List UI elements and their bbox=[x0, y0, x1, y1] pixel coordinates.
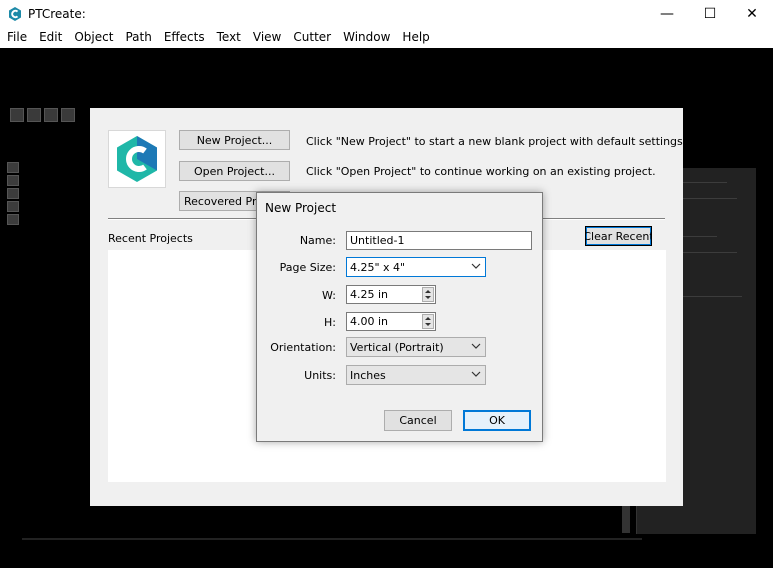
cancel-button[interactable]: Cancel bbox=[384, 410, 452, 431]
menu-cutter[interactable]: Cutter bbox=[286, 28, 336, 48]
orientation-select[interactable]: Vertical (Portrait) bbox=[346, 337, 486, 357]
height-value: 4.00 in bbox=[350, 315, 389, 328]
menu-bar: File Edit Object Path Effects Text View … bbox=[0, 28, 773, 48]
toolbar-button[interactable] bbox=[27, 108, 41, 122]
tool-button[interactable] bbox=[7, 214, 19, 225]
close-button[interactable]: ✕ bbox=[730, 0, 773, 28]
menu-edit[interactable]: Edit bbox=[32, 28, 67, 48]
page-size-label: Page Size: bbox=[279, 261, 336, 274]
new-project-button[interactable]: New Project... bbox=[179, 130, 290, 150]
height-stepper[interactable]: 4.00 in bbox=[346, 312, 436, 331]
spinner-arrows-icon[interactable] bbox=[422, 314, 434, 329]
orientation-value: Vertical (Portrait) bbox=[350, 341, 444, 354]
height-label: H: bbox=[324, 316, 336, 329]
title-bar: PTCreate: — ☐ ✕ bbox=[0, 0, 773, 28]
left-toolbox bbox=[7, 162, 19, 225]
toolbar-button[interactable] bbox=[44, 108, 58, 122]
dialog-title: New Project bbox=[265, 201, 337, 215]
recent-projects-label: Recent Projects bbox=[108, 232, 193, 245]
tool-button[interactable] bbox=[7, 201, 19, 212]
tool-button[interactable] bbox=[7, 188, 19, 199]
menu-text[interactable]: Text bbox=[210, 28, 246, 48]
tool-button[interactable] bbox=[7, 175, 19, 186]
toolbar-strip bbox=[10, 108, 75, 124]
name-input[interactable]: Untitled-1 bbox=[346, 231, 532, 250]
page-size-select[interactable]: 4.25" x 4" bbox=[346, 257, 486, 277]
menu-file[interactable]: File bbox=[0, 28, 32, 48]
app-logo-icon bbox=[117, 136, 157, 182]
units-select[interactable]: Inches bbox=[346, 365, 486, 385]
units-label: Units: bbox=[304, 369, 336, 382]
spinner-arrows-icon[interactable] bbox=[422, 287, 434, 302]
menu-window[interactable]: Window bbox=[336, 28, 395, 48]
window-title: PTCreate: bbox=[28, 7, 86, 21]
workspace-scrollbar[interactable] bbox=[622, 505, 630, 533]
menu-object[interactable]: Object bbox=[67, 28, 118, 48]
menu-effects[interactable]: Effects bbox=[157, 28, 210, 48]
tool-button[interactable] bbox=[7, 162, 19, 173]
maximize-button[interactable]: ☐ bbox=[688, 0, 732, 28]
orientation-label: Orientation: bbox=[270, 341, 336, 354]
width-label: W: bbox=[322, 289, 336, 302]
status-strip bbox=[22, 538, 642, 540]
new-project-dialog: New Project Name: Untitled-1 Page Size: … bbox=[256, 192, 543, 442]
chevron-down-icon bbox=[471, 263, 481, 269]
toolbar-button[interactable] bbox=[10, 108, 24, 122]
width-stepper[interactable]: 4.25 in bbox=[346, 285, 436, 304]
open-project-hint: Click "Open Project" to continue working… bbox=[306, 165, 656, 178]
chevron-down-icon bbox=[471, 371, 481, 377]
minimize-button[interactable]: — bbox=[645, 0, 689, 28]
app-logo bbox=[108, 130, 166, 188]
ok-button[interactable]: OK bbox=[463, 410, 531, 431]
width-value: 4.25 in bbox=[350, 288, 389, 301]
menu-help[interactable]: Help bbox=[395, 28, 434, 48]
menu-path[interactable]: Path bbox=[118, 28, 156, 48]
chevron-down-icon bbox=[471, 343, 481, 349]
toolbar-button[interactable] bbox=[61, 108, 75, 122]
menu-view[interactable]: View bbox=[246, 28, 286, 48]
units-value: Inches bbox=[350, 369, 386, 382]
app-logo-icon bbox=[9, 7, 21, 21]
page-size-value: 4.25" x 4" bbox=[350, 261, 406, 274]
open-project-button[interactable]: Open Project... bbox=[179, 161, 290, 181]
name-label: Name: bbox=[299, 234, 336, 247]
clear-recent-button[interactable]: Clear Recent bbox=[585, 226, 652, 246]
new-project-hint: Click "New Project" to start a new blank… bbox=[306, 135, 687, 148]
